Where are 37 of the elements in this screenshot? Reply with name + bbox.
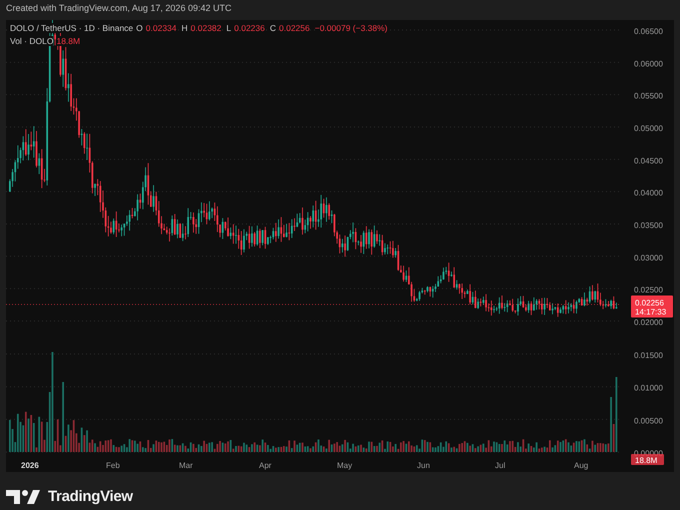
chart-caption: Created with TradingView.com, Aug 17, 2026 09:42 UTC	[5, 2, 232, 15]
price-axis-label: 0.04000	[634, 188, 663, 198]
price-axis-label: 0.06000	[634, 59, 663, 68]
price-axis-label: 0.03000	[634, 253, 663, 262]
price-axis-label: 0.05500	[634, 92, 663, 101]
volume-axis-label: 0.01000	[634, 384, 663, 393]
time-axis-label: Apr	[259, 461, 272, 470]
volume-value: 18.8M	[56, 36, 80, 46]
symbol-label: DOLO / TetherUS · 1D · Binance	[10, 23, 134, 33]
price-axis-label: 0.02000	[634, 318, 663, 327]
ohlc-label: O	[136, 23, 143, 33]
time-axis-label: 2026	[21, 461, 39, 470]
price-axis-label: 0.06500	[634, 27, 663, 36]
time-axis-label: Feb	[106, 461, 120, 470]
time-axis-label: Aug	[574, 461, 588, 470]
price-axis-label: 0.02500	[634, 286, 663, 295]
time-axis-label: Jun	[417, 461, 430, 470]
volume-label: Vol · DOLO	[10, 36, 54, 46]
price-axis-label: 0.04500	[634, 156, 663, 166]
volume-axis-label: 0.00500	[634, 416, 663, 426]
time-axis-label: May	[337, 461, 352, 470]
volume-axis-label: 0.01500	[634, 351, 663, 360]
last-volume-tag: 18.8M	[631, 454, 664, 465]
ohlc-value: 0.02236	[234, 23, 265, 33]
price-change: −0.00079 (−3.38%)	[314, 23, 388, 33]
time-axis-label: Mar	[179, 461, 193, 470]
price-axis-label: 0.05000	[634, 124, 663, 133]
logo-text: TradingView	[48, 488, 133, 505]
price-axis-label: 0.03500	[634, 220, 663, 230]
ohlc-label: H	[182, 23, 188, 33]
ohlc-value: 0.02382	[190, 23, 222, 33]
ohlc-value: 0.02334	[146, 23, 177, 33]
ohlc-value: 0.02256	[279, 23, 310, 33]
ohlc-label: C	[270, 23, 276, 33]
last-price-tag: 0.02256 14:17:33	[631, 295, 673, 318]
time-axis-label: Jul	[495, 461, 506, 470]
ohlc-label: L	[226, 23, 232, 33]
